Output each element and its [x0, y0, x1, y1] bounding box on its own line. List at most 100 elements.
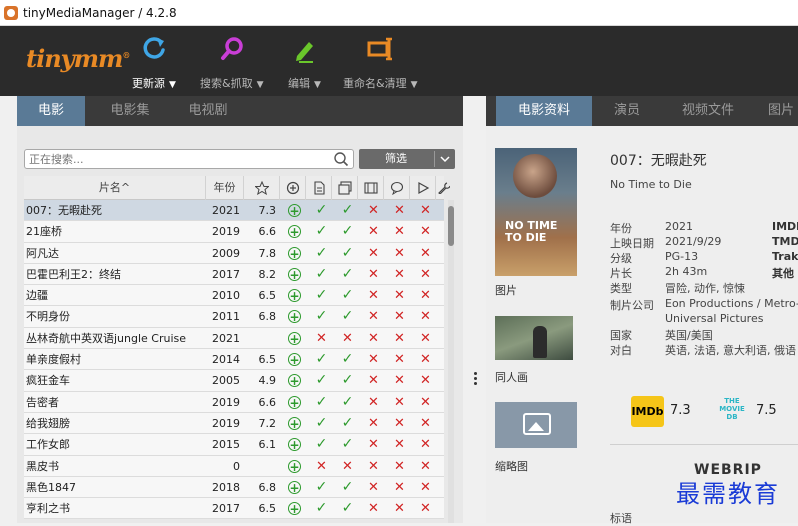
- table-row[interactable]: 巴霍巴利王2：终结 2017 8.2 + ✓ ✓ ✕ ✕ ✕: [24, 263, 444, 286]
- cross-icon: ✕: [394, 479, 405, 495]
- rename-clean-button[interactable]: 重命名&清理 ▼: [343, 34, 418, 91]
- table-row[interactable]: 丛林奇航中英双语jungle Cruise 2021 + ✕ ✕ ✕ ✕ ✕: [24, 327, 444, 350]
- update-sources-button[interactable]: 更新源 ▼: [132, 34, 176, 91]
- movie-year-cell: 2005: [212, 374, 240, 388]
- cross-icon: ✕: [394, 309, 405, 325]
- table-scrollbar[interactable]: [448, 200, 454, 523]
- check-icon: ✓: [341, 265, 354, 282]
- app-icon: [4, 5, 18, 20]
- thumbnail-placeholder[interactable]: [495, 402, 577, 448]
- table-header: 片名^ 年份: [24, 176, 451, 200]
- column-year-header[interactable]: 年份: [206, 176, 244, 200]
- movie-rating-cell: 6.5: [258, 502, 277, 516]
- divider: [610, 444, 798, 445]
- add-circle-icon: +: [288, 438, 301, 453]
- table-row[interactable]: 阿凡达 2009 7.8 + ✓ ✓ ✕ ✕ ✕: [24, 242, 444, 264]
- pane-splitter[interactable]: [472, 370, 478, 390]
- column-new-header[interactable]: [280, 176, 306, 200]
- column-nfo-header[interactable]: [306, 176, 332, 200]
- cross-icon: ✕: [394, 394, 405, 410]
- table-row[interactable]: 亨利之书 2017 6.5 + ✓ ✓ ✕ ✕ ✕: [24, 498, 444, 520]
- tab-cast[interactable]: 演员: [594, 96, 660, 126]
- tab-tv-shows[interactable]: 电视剧: [173, 96, 243, 126]
- cross-icon: ✕: [420, 203, 431, 218]
- info-key: 年份: [610, 222, 632, 235]
- search-icon[interactable]: [333, 151, 349, 167]
- info-row: Universal Pictures: [610, 312, 798, 327]
- cross-icon: ✕: [368, 373, 379, 389]
- left-tabbar: 电影 电影集 电视剧: [17, 96, 463, 134]
- chevron-down-icon: ▼: [410, 80, 418, 90]
- play-icon: [417, 181, 429, 195]
- cross-icon: ✕: [342, 458, 353, 474]
- filter-button[interactable]: 筛选: [359, 149, 455, 169]
- scrollbar-thumb[interactable]: [448, 206, 454, 246]
- add-circle-icon: +: [288, 502, 301, 517]
- info-row: 制片公司 Eon Productions / Metro-G: [610, 297, 798, 312]
- info-rating-source: IMDb: [772, 220, 798, 233]
- check-icon: ✓: [315, 202, 328, 218]
- tab-movies[interactable]: 电影: [17, 96, 85, 134]
- movie-title-cell: 阿凡达: [26, 246, 59, 260]
- movie-year-cell: 0: [233, 459, 240, 473]
- cross-icon: ✕: [394, 501, 405, 517]
- table-row[interactable]: 不明身份 2011 6.8 + ✓ ✓ ✕ ✕ ✕: [24, 306, 444, 328]
- table-row[interactable]: 21座桥 2019 6.6 + ✓ ✓ ✕ ✕ ✕: [24, 221, 444, 243]
- cross-icon: ✕: [420, 437, 431, 453]
- movie-year-cell: 2015: [212, 438, 240, 452]
- column-images-header[interactable]: [332, 176, 358, 200]
- column-rating-header[interactable]: [244, 176, 280, 200]
- tab-movie-details[interactable]: 电影资料: [496, 96, 592, 134]
- check-icon: ✓: [341, 372, 354, 389]
- table-row[interactable]: 告密者 2019 6.6 + ✓ ✓ ✕ ✕ ✕: [24, 391, 444, 413]
- column-subtitles-header[interactable]: [384, 176, 410, 200]
- tab-movie-sets[interactable]: 电影集: [95, 96, 165, 126]
- cross-icon: ✕: [394, 373, 405, 389]
- column-settings-header[interactable]: [436, 176, 452, 200]
- table-body: 007：无暇赴死 2021 7.3 + ✓ ✓ ✕ ✕ ✕ 21座桥 2019 6.6 + ✓ ✓ ✕ ✕ ✕ 阿凡…: [24, 200, 444, 520]
- cross-icon: ✕: [368, 330, 379, 346]
- cross-icon: ✕: [420, 330, 431, 346]
- cross-icon: ✕: [368, 352, 379, 368]
- cross-icon: ✕: [420, 352, 431, 368]
- table-row[interactable]: 工作女郎 2015 6.1 + ✓ ✓ ✕ ✕ ✕: [24, 434, 444, 456]
- table-row[interactable]: 边疆 2010 6.5 + ✓ ✓ ✕ ✕ ✕: [24, 285, 444, 307]
- cross-icon: ✕: [394, 415, 405, 431]
- table-row[interactable]: 疯狂金车 2005 4.9 + ✓ ✓ ✕ ✕ ✕: [24, 370, 444, 392]
- table-row[interactable]: 黑皮书 0 + ✕ ✕ ✕ ✕ ✕: [24, 455, 444, 477]
- info-value: 英国/美国: [665, 329, 713, 342]
- app-logo: tinymm®: [26, 44, 130, 73]
- movie-rating-cell: 6.5: [258, 353, 277, 367]
- movie-title: 007：无暇赴死: [610, 153, 707, 169]
- table-row[interactable]: 给我翅膀 2019 7.2 + ✓ ✓ ✕ ✕ ✕: [24, 412, 444, 435]
- tab-artwork[interactable]: 图片: [758, 96, 798, 126]
- column-title-header[interactable]: 片名^: [24, 176, 206, 200]
- movie-title-cell: 边疆: [26, 289, 48, 303]
- column-trailer-header[interactable]: [358, 176, 384, 200]
- table-row[interactable]: 007：无暇赴死 2021 7.3 + ✓ ✓ ✕ ✕ ✕: [24, 200, 444, 222]
- cross-icon: ✕: [420, 288, 431, 304]
- column-watched-header[interactable]: [410, 176, 436, 200]
- cross-icon: ✕: [368, 203, 379, 218]
- check-icon: ✓: [341, 202, 354, 218]
- edit-button[interactable]: 编辑 ▼: [288, 34, 321, 91]
- search-scrape-button[interactable]: 搜索&抓取 ▼: [200, 34, 264, 91]
- chevron-down-icon[interactable]: [439, 153, 451, 165]
- tab-media-files[interactable]: 视频文件: [666, 96, 750, 126]
- fanart-image[interactable]: [495, 316, 573, 360]
- info-rating-source: TMDb: [772, 235, 798, 248]
- original-title: No Time to Die: [610, 178, 692, 191]
- poster-image[interactable]: NO TIME TO DIE: [495, 148, 577, 276]
- cross-icon: ✕: [420, 245, 431, 261]
- check-icon: ✓: [341, 223, 354, 240]
- movie-rating-cell: 7.2: [258, 416, 277, 430]
- movie-title-cell: 007：无暇赴死: [26, 204, 102, 217]
- movie-year-cell: 2021: [212, 331, 240, 345]
- table-row[interactable]: 单亲度假村 2014 6.5 + ✓ ✓ ✕ ✕ ✕: [24, 349, 444, 371]
- check-icon: ✓: [315, 244, 328, 261]
- movie-title-cell: 黑色1847: [26, 480, 76, 494]
- search-input[interactable]: [25, 150, 325, 168]
- check-icon: ✓: [341, 308, 354, 325]
- table-row[interactable]: 黑色1847 2018 6.8 + ✓ ✓ ✕ ✕ ✕: [24, 476, 444, 499]
- info-row: 国家 英国/美国: [610, 327, 798, 342]
